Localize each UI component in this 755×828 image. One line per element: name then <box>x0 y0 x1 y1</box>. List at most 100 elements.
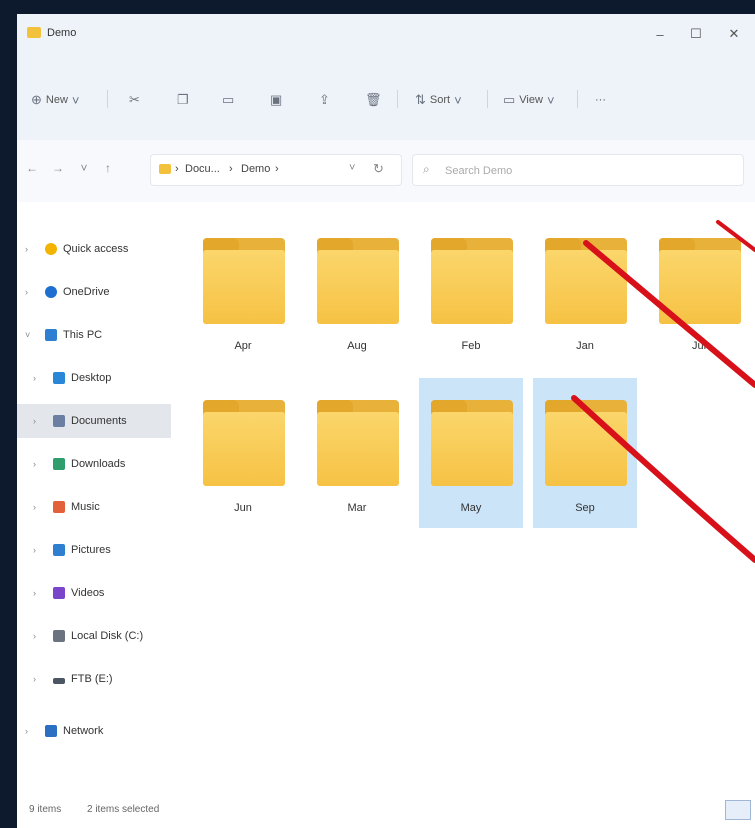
pictures-icon <box>53 544 65 556</box>
sidebar-item-label: Quick access <box>63 243 129 255</box>
sidebar-item-label: Pictures <box>71 544 111 556</box>
sidebar-item-videos[interactable]: › Videos <box>17 576 171 610</box>
chevron-right-icon[interactable]: › <box>33 416 36 426</box>
sidebar-item-onedrive[interactable]: › OneDrive <box>17 275 171 309</box>
sidebar-item-label: Videos <box>71 587 105 599</box>
command-bar: ⊕ New ˅ ✂ ❐ ▭ ▣ ⇪ 🗑 ⇅ Sort ˅ ▭ View ˅ ··… <box>17 58 755 141</box>
chevron-right-icon[interactable]: › <box>33 631 36 641</box>
view-toggle-icon[interactable] <box>725 800 751 820</box>
divider <box>397 90 398 108</box>
folder-item[interactable]: Aug <box>305 216 409 366</box>
recent-locations-button[interactable]: ˅ <box>75 158 93 178</box>
star-icon <box>45 243 57 255</box>
sidebar-item-label: Music <box>71 501 100 513</box>
folder-item[interactable]: Jun <box>191 378 295 528</box>
sidebar-item-quick-access[interactable]: › Quick access <box>17 232 171 266</box>
maximize-button[interactable]: ☐ <box>681 22 711 46</box>
view-button[interactable]: ▭ View ˅ <box>503 90 555 110</box>
folder-item[interactable]: Jan <box>533 216 637 366</box>
folder-item-selected[interactable]: May <box>419 378 523 528</box>
sidebar-item-this-pc[interactable]: ˅ This PC <box>17 318 171 352</box>
folder-icon <box>203 400 285 486</box>
drive-icon <box>53 677 65 684</box>
chevron-down-icon: ˅ <box>546 92 555 108</box>
paste-button[interactable]: ▭ <box>222 90 234 110</box>
window-title: Demo <box>47 27 77 39</box>
rename-button[interactable]: ▣ <box>270 90 282 110</box>
sidebar-item-desktop[interactable]: › Desktop <box>17 361 171 395</box>
music-icon <box>53 501 65 513</box>
folder-icon <box>545 400 627 486</box>
file-explorer-window: Demo – ☐ ✕ ⊕ New ˅ ✂ ❐ ▭ ▣ ⇪ 🗑 ⇅ Sort ˅ … <box>17 14 755 828</box>
folder-name: Sep <box>575 502 595 514</box>
folder-name: Mar <box>347 502 367 514</box>
refresh-icon[interactable]: ↻ <box>373 161 384 177</box>
chevron-right-icon[interactable]: › <box>33 502 36 512</box>
chevron-right-icon[interactable]: › <box>33 588 36 598</box>
pc-icon <box>45 329 57 341</box>
new-button[interactable]: ⊕ New ˅ <box>31 90 80 110</box>
folder-icon <box>27 27 41 38</box>
search-input[interactable] <box>443 161 737 181</box>
sidebar-item-music[interactable]: › Music <box>17 490 171 524</box>
up-button[interactable]: ↑ <box>99 158 117 178</box>
copy-button[interactable]: ❐ <box>177 90 189 110</box>
sidebar-item-documents[interactable]: › Documents <box>17 404 171 438</box>
divider <box>487 90 488 108</box>
folder-icon <box>159 164 171 174</box>
divider <box>577 90 578 108</box>
sidebar-item-downloads[interactable]: › Downloads <box>17 447 171 481</box>
sidebar-item-network[interactable]: › Network <box>17 714 171 748</box>
address-bar[interactable]: › Docu... › Demo › ˅ ↻ <box>150 154 402 186</box>
desktop-icon <box>53 372 65 384</box>
folder-icon <box>317 400 399 486</box>
plus-circle-icon: ⊕ <box>31 92 42 107</box>
rename-icon: ▣ <box>270 92 283 107</box>
folder-icon <box>545 238 627 324</box>
folder-name: Apr <box>234 340 252 352</box>
chevron-right-icon[interactable]: › <box>25 244 28 254</box>
breadcrumb-separator: › <box>275 163 279 175</box>
sidebar-item-pictures[interactable]: › Pictures <box>17 533 171 567</box>
folder-item[interactable]: Jul <box>647 216 751 366</box>
minimize-button[interactable]: – <box>645 22 675 46</box>
file-list: Apr Aug Feb Jan Jul Jun Mar May Sep <box>182 202 755 792</box>
folder-item[interactable]: Feb <box>419 216 523 366</box>
chevron-right-icon[interactable]: › <box>33 459 36 469</box>
chevron-right-icon[interactable]: › <box>25 726 28 736</box>
delete-button[interactable]: 🗑 <box>365 90 382 110</box>
sidebar-item-label: Downloads <box>71 458 126 470</box>
close-button[interactable]: ✕ <box>719 22 749 46</box>
folder-name: Jun <box>234 502 252 514</box>
share-button[interactable]: ⇪ <box>319 90 330 110</box>
paste-icon: ▭ <box>222 92 235 107</box>
chevron-right-icon[interactable]: › <box>33 373 36 383</box>
chevron-down-icon: ˅ <box>454 92 462 108</box>
breadcrumb-separator: › <box>175 163 179 175</box>
sidebar-item-label: FTB (E:) <box>71 673 113 685</box>
chevron-right-icon[interactable]: › <box>33 545 36 555</box>
sidebar-item-local-disk[interactable]: › Local Disk (C:) <box>17 619 171 653</box>
sort-button[interactable]: ⇅ Sort ˅ <box>415 90 462 110</box>
folder-item-selected[interactable]: Sep <box>533 378 637 528</box>
folder-name: Feb <box>461 340 481 352</box>
folder-item[interactable]: Apr <box>191 216 295 366</box>
back-button[interactable]: ← <box>23 158 41 178</box>
sidebar-item-ftb-drive[interactable]: › FTB (E:) <box>17 662 171 696</box>
breadcrumb-separator: › <box>229 163 233 175</box>
address-bar-row: ← → ˅ ↑ › Docu... › Demo › ˅ ↻ ⌕ <box>17 140 755 202</box>
chevron-down-icon[interactable]: ˅ <box>349 162 355 174</box>
breadcrumb-item[interactable]: Demo <box>241 163 270 175</box>
folder-item[interactable]: Mar <box>305 378 409 528</box>
new-label: New <box>45 94 68 106</box>
chevron-down-icon: ˅ <box>71 92 80 108</box>
forward-button[interactable]: → <box>49 158 67 178</box>
copy-icon: ❐ <box>177 92 189 107</box>
cut-button[interactable]: ✂ <box>129 90 140 110</box>
chevron-right-icon[interactable]: › <box>25 287 28 297</box>
chevron-down-icon[interactable]: ˅ <box>25 330 30 340</box>
more-options-button[interactable]: ··· <box>595 90 606 110</box>
chevron-right-icon[interactable]: › <box>33 674 36 684</box>
breadcrumb-item[interactable]: Docu... <box>185 163 220 175</box>
search-box[interactable]: ⌕ <box>412 154 744 186</box>
